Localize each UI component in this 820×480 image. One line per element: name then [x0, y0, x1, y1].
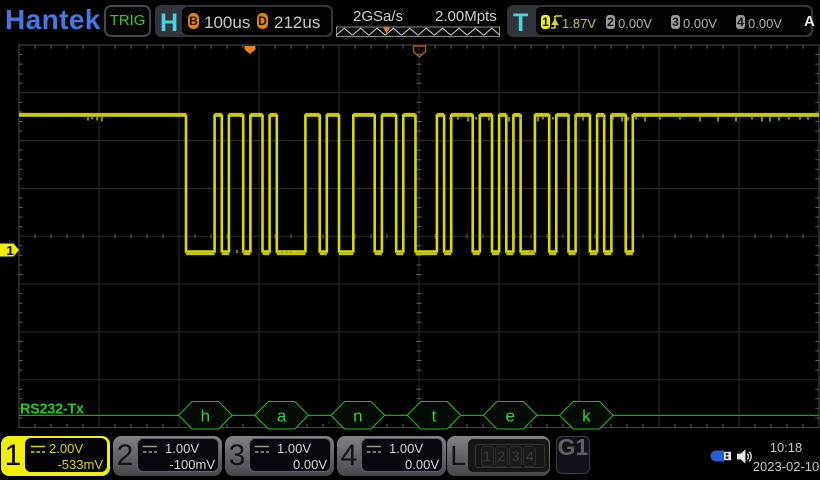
svg-text:e: e	[505, 407, 514, 426]
svg-text:n: n	[353, 407, 362, 426]
svg-text:1: 1	[7, 243, 14, 258]
svg-text:a: a	[277, 407, 287, 426]
svg-text:k: k	[582, 407, 591, 426]
svg-text:t: t	[432, 407, 437, 426]
svg-text:h: h	[201, 407, 210, 426]
svg-text:RS232-Tx: RS232-Tx	[20, 402, 84, 418]
